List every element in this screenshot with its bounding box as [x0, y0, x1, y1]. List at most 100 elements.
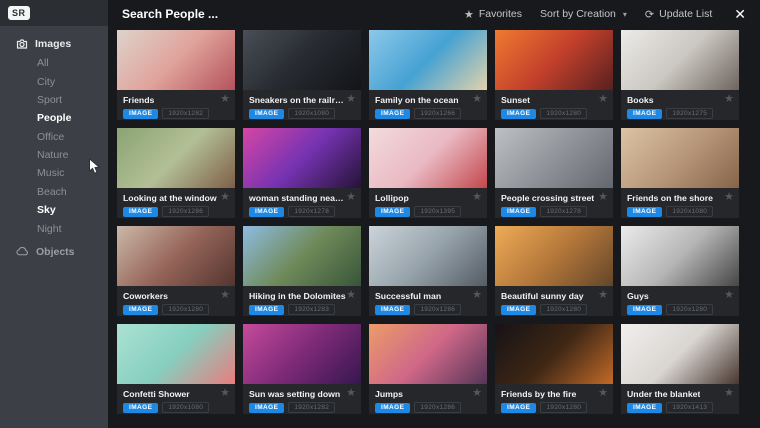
image-card[interactable]: People crossing street ★ IMAGE 1920x1278 — [495, 128, 613, 218]
sidebar-header: SR — [0, 0, 108, 26]
favorite-star-icon[interactable]: ★ — [346, 290, 356, 301]
image-card-meta: Jumps ★ IMAGE 1920x1286 — [369, 384, 487, 413]
image-card[interactable]: Jumps ★ IMAGE 1920x1286 — [369, 324, 487, 414]
image-card-meta: woman standing near buildings ★ IMAGE 19… — [243, 188, 361, 217]
image-card[interactable]: Coworkers ★ IMAGE 1920x1280 — [117, 226, 235, 316]
image-thumbnail[interactable] — [495, 30, 613, 90]
image-card[interactable]: Under the blanket ★ IMAGE 1920x1413 — [621, 324, 739, 414]
image-card[interactable]: Guys ★ IMAGE 1920x1280 — [621, 226, 739, 316]
image-thumbnail[interactable] — [495, 226, 613, 286]
image-type-badge: IMAGE — [501, 403, 536, 413]
favorite-star-icon[interactable]: ★ — [220, 94, 230, 105]
image-card[interactable]: woman standing near buildings ★ IMAGE 19… — [243, 128, 361, 218]
favorite-star-icon[interactable]: ★ — [598, 94, 608, 105]
favorite-star-icon[interactable]: ★ — [472, 388, 482, 399]
favorite-star-icon[interactable]: ★ — [220, 192, 230, 203]
favorite-star-icon[interactable]: ★ — [472, 94, 482, 105]
sidebar-section-images[interactable]: Images — [0, 34, 108, 54]
image-thumbnail[interactable] — [243, 128, 361, 188]
favorite-star-icon[interactable]: ★ — [346, 388, 356, 399]
sidebar-section-objects[interactable]: Objects — [0, 242, 108, 262]
favorite-star-icon[interactable]: ★ — [472, 192, 482, 203]
image-type-badge: IMAGE — [375, 403, 410, 413]
favorite-star-icon[interactable]: ★ — [220, 388, 230, 399]
camera-icon — [16, 39, 28, 49]
image-thumbnail[interactable] — [369, 30, 487, 90]
favorite-star-icon[interactable]: ★ — [472, 290, 482, 301]
image-card[interactable]: Lollipop ★ IMAGE 1920x1395 — [369, 128, 487, 218]
image-type-badge: IMAGE — [627, 403, 662, 413]
image-card[interactable]: Books ★ IMAGE 1920x1275 — [621, 30, 739, 120]
image-card-meta: Guys ★ IMAGE 1920x1280 — [621, 286, 739, 315]
sidebar: SR Images AllCitySportPeopleOfficeNature… — [0, 0, 108, 428]
sort-dropdown[interactable]: Sort by Creation ▾ — [540, 8, 627, 20]
favorite-star-icon[interactable]: ★ — [724, 290, 734, 301]
image-card[interactable]: Sneakers on the railroad ★ IMAGE 1920x10… — [243, 30, 361, 120]
image-thumbnail[interactable] — [621, 226, 739, 286]
image-card[interactable]: Friends on the shore ★ IMAGE 1920x1080 — [621, 128, 739, 218]
image-dimensions: 1920x1080 — [666, 206, 713, 217]
favorite-star-icon[interactable]: ★ — [346, 192, 356, 203]
image-card-meta: People crossing street ★ IMAGE 1920x1278 — [495, 188, 613, 217]
sidebar-item-people[interactable]: People — [0, 109, 108, 127]
image-card[interactable]: Sun was setting down ★ IMAGE 1920x1282 — [243, 324, 361, 414]
close-icon[interactable]: ✕ — [730, 6, 746, 23]
image-dimensions: 1920x1080 — [288, 108, 335, 119]
sort-label: Sort by Creation — [540, 8, 616, 20]
image-card[interactable]: Friends ★ IMAGE 1920x1282 — [117, 30, 235, 120]
favorite-star-icon[interactable]: ★ — [598, 192, 608, 203]
topbar: ★ Favorites Sort by Creation ▾ ⟳ Update … — [108, 0, 760, 28]
favorite-star-icon[interactable]: ★ — [724, 192, 734, 203]
favorite-star-icon[interactable]: ★ — [346, 94, 356, 105]
image-thumbnail[interactable] — [117, 128, 235, 188]
image-thumbnail[interactable] — [117, 226, 235, 286]
sidebar-item-beach[interactable]: Beach — [0, 183, 108, 201]
main-panel: ★ Favorites Sort by Creation ▾ ⟳ Update … — [108, 0, 760, 428]
image-thumbnail[interactable] — [495, 128, 613, 188]
image-card[interactable]: Confetti Shower ★ IMAGE 1920x1080 — [117, 324, 235, 414]
image-card[interactable]: Looking at the window ★ IMAGE 1920x1286 — [117, 128, 235, 218]
image-title: Jumps — [375, 389, 403, 399]
favorite-star-icon[interactable]: ★ — [598, 388, 608, 399]
image-type-badge: IMAGE — [627, 207, 662, 217]
image-thumbnail[interactable] — [621, 324, 739, 384]
image-thumbnail[interactable] — [243, 30, 361, 90]
image-card[interactable]: Hiking in the Dolomites ★ IMAGE 1920x128… — [243, 226, 361, 316]
sidebar-item-city[interactable]: City — [0, 72, 108, 90]
image-thumbnail[interactable] — [369, 226, 487, 286]
image-title: Sunset — [501, 95, 530, 105]
image-thumbnail[interactable] — [117, 324, 235, 384]
image-card[interactable]: Family on the ocean ★ IMAGE 1920x1266 — [369, 30, 487, 120]
favorites-button[interactable]: ★ Favorites — [464, 8, 522, 21]
image-thumbnail[interactable] — [243, 324, 361, 384]
image-card[interactable]: Sunset ★ IMAGE 1920x1280 — [495, 30, 613, 120]
update-list-label: Update List — [659, 8, 712, 20]
update-list-button[interactable]: ⟳ Update List — [645, 8, 712, 21]
image-thumbnail[interactable] — [369, 128, 487, 188]
favorite-star-icon[interactable]: ★ — [220, 290, 230, 301]
image-thumbnail[interactable] — [117, 30, 235, 90]
image-thumbnail[interactable] — [621, 128, 739, 188]
image-thumbnail[interactable] — [243, 226, 361, 286]
image-title: Books — [627, 95, 654, 105]
sidebar-item-office[interactable]: Office — [0, 128, 108, 146]
image-dimensions: 1920x1278 — [540, 206, 587, 217]
sidebar-item-sport[interactable]: Sport — [0, 91, 108, 109]
sidebar-item-sky[interactable]: Sky — [0, 201, 108, 219]
image-card[interactable]: Friends by the fire ★ IMAGE 1920x1280 — [495, 324, 613, 414]
favorite-star-icon[interactable]: ★ — [598, 290, 608, 301]
sidebar-item-all[interactable]: All — [0, 54, 108, 72]
image-card[interactable]: Successful man ★ IMAGE 1920x1286 — [369, 226, 487, 316]
image-thumbnail[interactable] — [621, 30, 739, 90]
image-results-grid: Friends ★ IMAGE 1920x1282 Sneakers on th… — [117, 30, 739, 414]
image-dimensions: 1920x1280 — [162, 304, 209, 315]
favorite-star-icon[interactable]: ★ — [724, 388, 734, 399]
image-dimensions: 1920x1286 — [414, 402, 461, 413]
search-input[interactable] — [122, 7, 464, 21]
favorite-star-icon[interactable]: ★ — [724, 94, 734, 105]
sidebar-item-night[interactable]: Night — [0, 219, 108, 237]
image-thumbnail[interactable] — [495, 324, 613, 384]
image-thumbnail[interactable] — [369, 324, 487, 384]
image-card[interactable]: Beautiful sunny day ★ IMAGE 1920x1280 — [495, 226, 613, 316]
image-title: Coworkers — [123, 291, 168, 301]
